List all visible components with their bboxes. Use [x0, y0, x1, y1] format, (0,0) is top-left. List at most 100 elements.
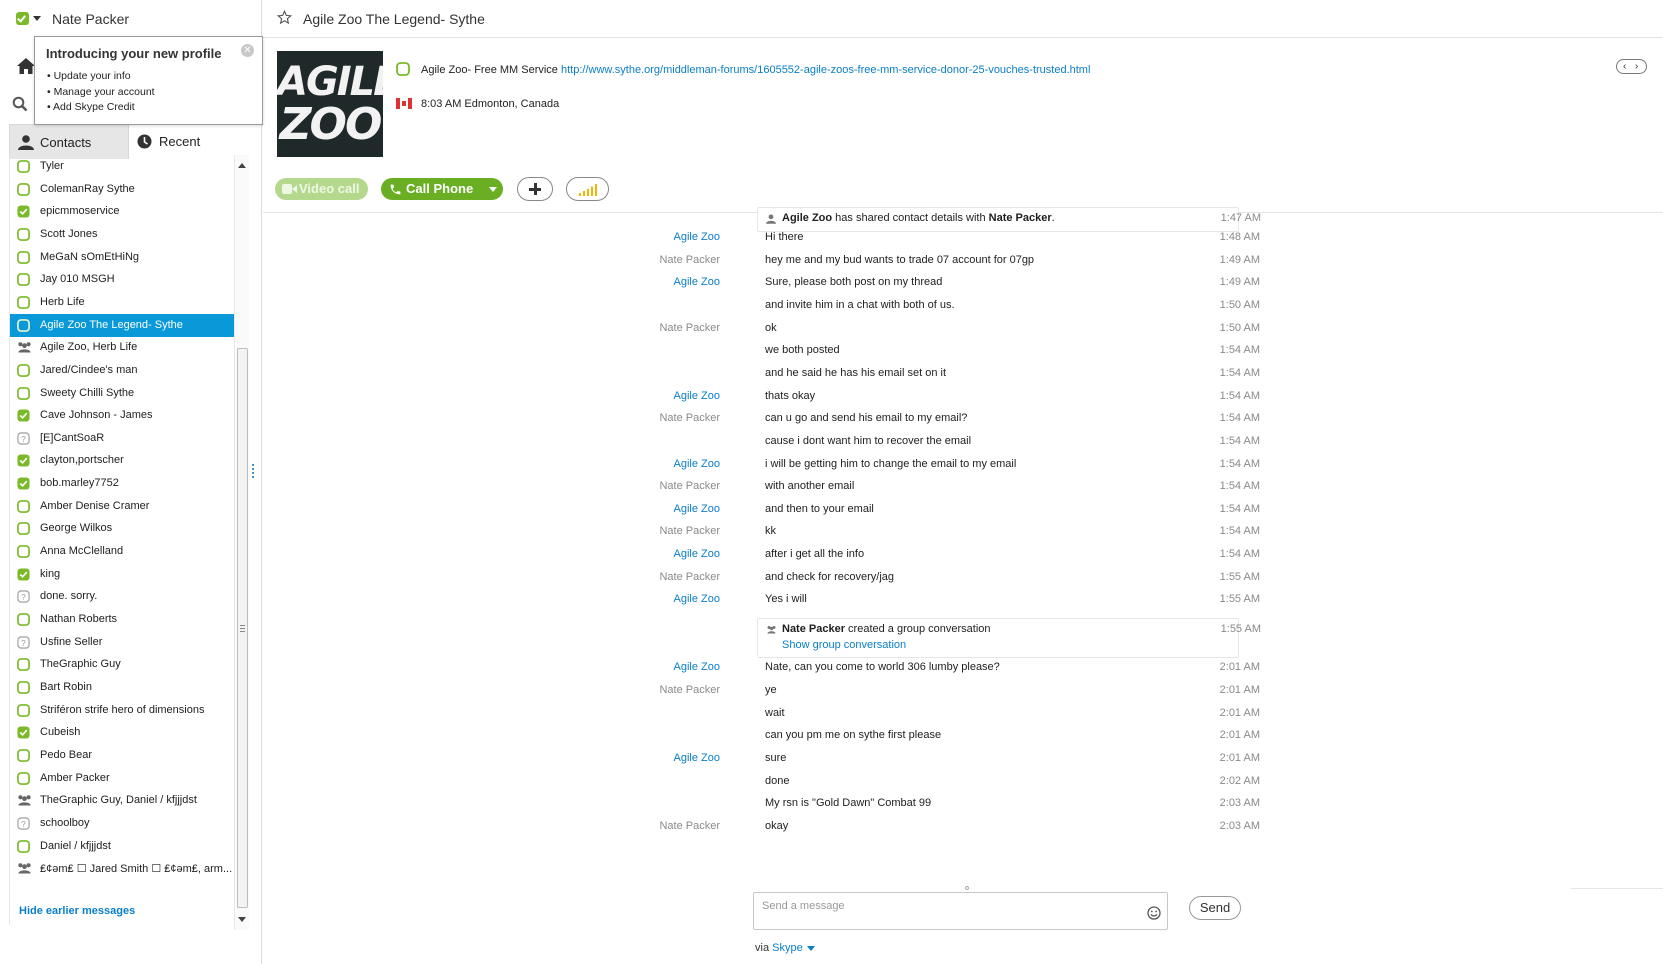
contact-avatar[interactable]: AGILE ZOO [277, 51, 383, 157]
online-status-icon[interactable] [16, 12, 29, 25]
contact-item[interactable]: Striféron strife hero of dimensions [10, 699, 234, 722]
add-people-button[interactable] [517, 177, 553, 201]
contact-list-scrollbar[interactable] [234, 155, 249, 930]
contact-name: schoolboy [40, 816, 90, 829]
contact-item[interactable]: TheGraphic Guy [10, 653, 234, 676]
contact-item[interactable]: Agile Zoo, Herb Life [10, 336, 234, 359]
video-call-label: Video call [299, 181, 360, 196]
contact-name: Jared/Cindee's man [40, 363, 138, 376]
tab-recent[interactable]: Recent [129, 124, 254, 159]
contact-item[interactable]: Agile Zoo The Legend- Sythe [10, 313, 234, 337]
pane-splitter[interactable] [252, 464, 254, 478]
chevron-down-icon[interactable] [806, 945, 815, 951]
scroll-thumb[interactable] [237, 348, 248, 908]
contact-item[interactable]: MeGaN sOmEtHiNg [10, 246, 234, 269]
message-sender[interactable]: Agile Zoo [674, 548, 720, 560]
contact-item[interactable]: bob.marley7752 [10, 472, 234, 495]
svg-text:?: ? [21, 819, 26, 829]
send-button[interactable]: Send [1189, 896, 1241, 920]
scroll-down-icon[interactable] [238, 917, 246, 922]
contact-item[interactable]: George Wilkos [10, 517, 234, 540]
message-sender[interactable]: Nate Packer [659, 480, 720, 492]
message-sender[interactable]: Agile Zoo [674, 503, 720, 515]
contact-item[interactable]: Jay 010 MSGH [10, 268, 234, 291]
contact-item[interactable]: epicmmoservice [10, 200, 234, 223]
hide-earlier-messages-link[interactable]: Hide earlier messages [19, 905, 135, 917]
canada-flag-icon [396, 98, 412, 109]
chevron-left-icon[interactable]: ‹ [1623, 60, 1626, 73]
contact-item[interactable]: Amber Denise Cramer [10, 495, 234, 518]
status-online-icon [17, 205, 30, 218]
chevron-down-icon[interactable] [489, 187, 497, 192]
message-sender[interactable]: Nate Packer [659, 254, 720, 266]
status-online-icon [17, 409, 30, 422]
contact-item[interactable]: Cave Johnson - James [10, 404, 234, 427]
contact-item[interactable]: Bart Robin [10, 676, 234, 699]
chevron-down-icon[interactable] [33, 16, 41, 21]
home-icon[interactable] [17, 58, 35, 74]
video-call-button[interactable]: Video call [275, 178, 368, 200]
contact-item[interactable]: Tyler [10, 155, 234, 178]
contact-item[interactable]: Sweety Chilli Sythe [10, 382, 234, 405]
call-phone-button[interactable]: Call Phone [381, 178, 503, 200]
message-sender[interactable]: Agile Zoo [674, 390, 720, 402]
message-sender[interactable]: Nate Packer [659, 820, 720, 832]
event-target[interactable]: Nate Packer [989, 212, 1052, 224]
star-icon[interactable] [277, 10, 292, 25]
contact-item[interactable]: ? Usfine Seller [10, 631, 234, 654]
message-compose-box[interactable] [753, 892, 1168, 930]
event-actor[interactable]: Agile Zoo [782, 212, 832, 224]
contact-item[interactable]: Herb Life [10, 291, 234, 314]
contact-item[interactable]: Scott Jones [10, 223, 234, 246]
message-input[interactable] [762, 900, 1122, 912]
mood-link[interactable]: http://www.sythe.org/middleman-forums/16… [561, 64, 1090, 76]
contact-item[interactable]: TheGraphic Guy, Daniel / kfjjjdst [10, 789, 234, 812]
contact-item[interactable]: ColemanRay Sythe [10, 178, 234, 201]
compose-resize-handle[interactable] [965, 886, 969, 890]
contact-item[interactable]: Jared/Cindee's man [10, 359, 234, 382]
via-service-selector[interactable]: Skype [772, 942, 803, 954]
message-sender[interactable]: Agile Zoo [674, 276, 720, 288]
status-offline-icon [17, 681, 30, 694]
contact-item[interactable]: Daniel / kfjjjdst [10, 835, 234, 858]
status-offline-icon [17, 182, 30, 196]
call-quality-button[interactable] [566, 177, 609, 201]
contact-item[interactable]: ₤¢ǝm₤ ☐ Jared Smith ☐ ₤¢ǝm₤, arm... [10, 857, 234, 880]
message-history: Agile Zoo has shared contact details wit… [263, 207, 1663, 893]
message-sender[interactable]: Nate Packer [659, 525, 720, 537]
message-sender[interactable]: Nate Packer [659, 412, 720, 424]
message-sender[interactable]: Nate Packer [659, 571, 720, 583]
message-row: Nate Packer kk 1:54 AM [263, 521, 1663, 543]
message-sender[interactable]: Agile Zoo [674, 458, 720, 470]
popup-item[interactable]: Update your info [47, 69, 155, 85]
contact-item[interactable]: Pedo Bear [10, 744, 234, 767]
chevron-right-icon[interactable]: › [1635, 60, 1638, 73]
message-sender[interactable]: Nate Packer [659, 684, 720, 696]
message-sender[interactable]: Agile Zoo [674, 231, 720, 243]
popup-item[interactable]: Add Skype Credit [47, 100, 155, 116]
contact-item[interactable]: clayton,portscher [10, 449, 234, 472]
contact-item[interactable]: Nathan Roberts [10, 608, 234, 631]
message-sender[interactable]: Agile Zoo [674, 661, 720, 673]
profile-nav-arrows[interactable]: ‹ › [1616, 59, 1647, 74]
contact-item[interactable]: ? [E]CantSoaR [10, 427, 234, 450]
scroll-up-icon[interactable] [238, 163, 246, 168]
message-sender[interactable]: Agile Zoo [674, 752, 720, 764]
message-sender[interactable]: Agile Zoo [674, 593, 720, 605]
contact-item[interactable]: ? done. sorry. [10, 585, 234, 608]
show-group-conversation-link[interactable]: Show group conversation [782, 639, 906, 651]
tab-contacts[interactable]: Contacts [9, 124, 129, 159]
popup-item[interactable]: Manage your account [47, 85, 155, 101]
search-icon[interactable] [12, 96, 28, 112]
message-sender[interactable]: Nate Packer [659, 322, 720, 334]
contact-item[interactable]: ? schoolboy [10, 812, 234, 835]
profile-name[interactable]: Nate Packer [52, 11, 129, 27]
contact-item[interactable]: Anna McClelland [10, 540, 234, 563]
contact-item[interactable]: king [10, 563, 234, 586]
event-actor[interactable]: Nate Packer [782, 623, 845, 635]
status-offline-icon [17, 228, 30, 241]
contact-item[interactable]: Cubeish [10, 721, 234, 744]
close-icon[interactable]: ✕ [241, 44, 254, 57]
contact-item[interactable]: Amber Packer [10, 767, 234, 790]
emoticon-icon[interactable] [1147, 906, 1161, 920]
